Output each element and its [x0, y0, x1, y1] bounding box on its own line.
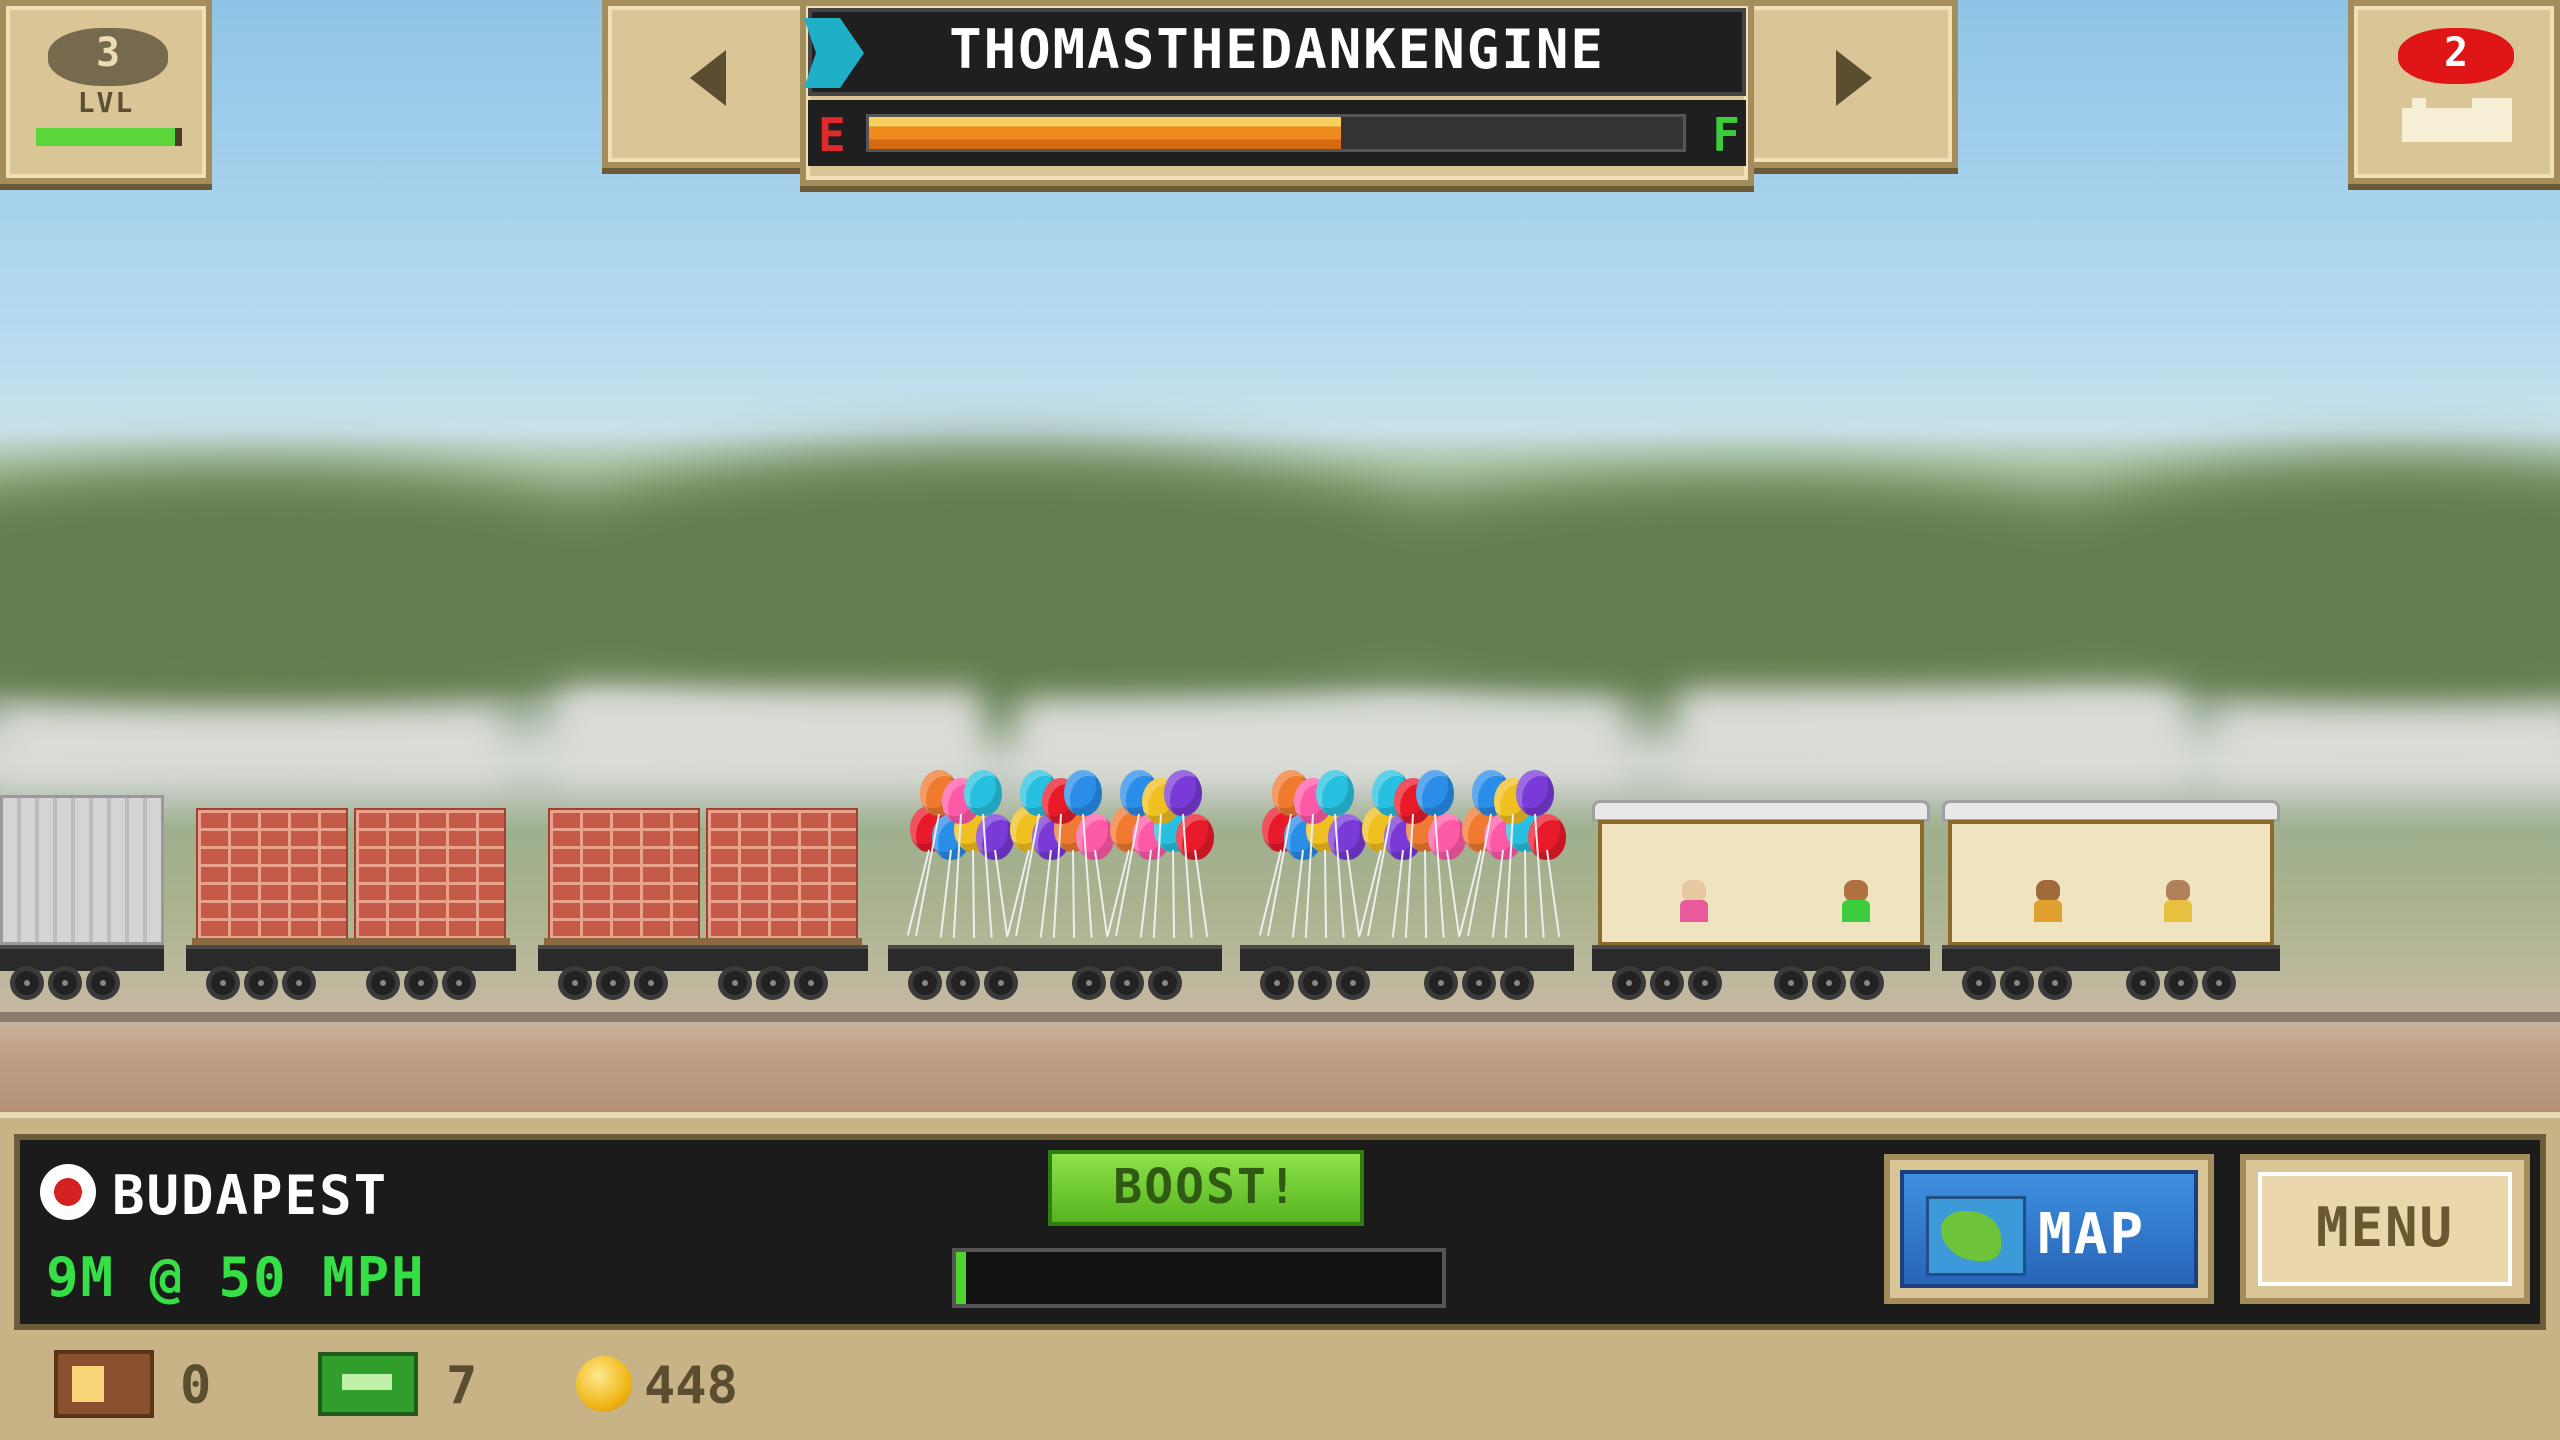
balloon-string	[1324, 849, 1328, 939]
coin-icon	[576, 1356, 632, 1412]
rail-track-lower	[0, 1030, 2560, 1036]
cargo-bricks	[548, 808, 700, 940]
next-train-button[interactable]	[1740, 0, 1958, 168]
map-label: MAP	[2038, 1202, 2146, 1267]
level-progress-bar	[36, 128, 182, 146]
passenger	[2164, 880, 2192, 922]
cargo-bricks	[354, 808, 506, 940]
notification-count: 2	[2443, 30, 2469, 76]
balloon	[1164, 770, 1202, 816]
rail-track	[0, 1012, 2560, 1022]
cash-count: 7	[446, 1356, 478, 1416]
arrow-right-icon	[1836, 50, 1872, 106]
car-chassis	[1592, 945, 1930, 971]
car-roof	[1942, 800, 2280, 822]
balloon	[1416, 770, 1454, 816]
fuel-empty-label: E	[818, 108, 846, 162]
menu-button[interactable]: MENU	[2240, 1154, 2530, 1304]
prev-train-button[interactable]	[602, 0, 820, 168]
balloon-string	[1346, 849, 1361, 938]
passenger	[1680, 880, 1708, 922]
balloon-string	[1039, 849, 1052, 938]
fuel-fill	[869, 117, 1342, 149]
map-button[interactable]: MAP	[1884, 1154, 2214, 1304]
balloon-string	[1072, 849, 1076, 939]
passenger	[1842, 880, 1870, 922]
speed-readout: 9M @ 50 MPH	[46, 1246, 426, 1309]
balloon-string	[972, 849, 976, 939]
level-number: 3	[95, 30, 121, 76]
balloon-string	[1391, 849, 1404, 938]
balloon	[964, 770, 1002, 816]
balloon-string	[1446, 849, 1461, 938]
fuel-bar	[866, 114, 1686, 152]
car-roof	[1592, 800, 1930, 822]
level-progress-fill	[36, 128, 175, 146]
cargo-container	[0, 795, 164, 945]
notification-badge: 2	[2398, 28, 2514, 84]
boost-progress-fill	[956, 1252, 966, 1304]
car-chassis	[1942, 945, 2280, 971]
level-badge: 3	[48, 28, 168, 86]
crate-count: 0	[180, 1356, 212, 1416]
fuel-full-label: F	[1712, 108, 1740, 162]
map-icon	[1926, 1196, 2026, 1276]
trains-button[interactable]: 2	[2348, 0, 2560, 184]
balloon-string	[994, 849, 1009, 938]
locomotive-icon	[2402, 98, 2522, 150]
balloon	[1316, 770, 1354, 816]
station-name: BUDAPEST	[112, 1164, 389, 1227]
cargo-bricks	[196, 808, 348, 940]
fuel-gauge: E F	[808, 100, 1746, 166]
balloon-string	[1194, 849, 1209, 938]
cargo-bricks	[706, 808, 858, 940]
level-label: LVL	[77, 86, 135, 119]
station-icon	[40, 1164, 96, 1220]
passenger-cabin	[1948, 820, 2274, 946]
coin-count: 448	[644, 1356, 738, 1416]
train-name: THOMASTHEDANKENGINE	[949, 18, 1605, 81]
balloon	[1516, 770, 1554, 816]
crate-icon	[54, 1350, 154, 1418]
balloon-string	[1094, 849, 1109, 938]
menu-label: MENU	[2258, 1172, 2512, 1286]
level-panel[interactable]: 3 LVL	[0, 0, 212, 184]
balloon-string	[1172, 849, 1176, 939]
balloon-string	[1139, 849, 1152, 938]
boost-button[interactable]: BOOST!	[1048, 1150, 1364, 1226]
balloon-string	[1424, 849, 1428, 939]
ground	[0, 1040, 2560, 1120]
balloon-string	[1546, 849, 1561, 938]
map-button-face: MAP	[1900, 1170, 2198, 1288]
balloon-string	[939, 849, 952, 938]
balloon-string	[1524, 849, 1528, 939]
passenger-cabin	[1598, 820, 1924, 946]
boost-progress-bar	[952, 1248, 1446, 1308]
balloon-string	[1291, 849, 1304, 938]
cash-icon	[318, 1352, 418, 1416]
passenger	[2034, 880, 2062, 922]
train-name-box[interactable]: THOMASTHEDANKENGINE	[808, 8, 1746, 96]
balloon	[1064, 770, 1102, 816]
balloon-string	[1491, 849, 1504, 938]
arrow-left-icon	[690, 50, 726, 106]
